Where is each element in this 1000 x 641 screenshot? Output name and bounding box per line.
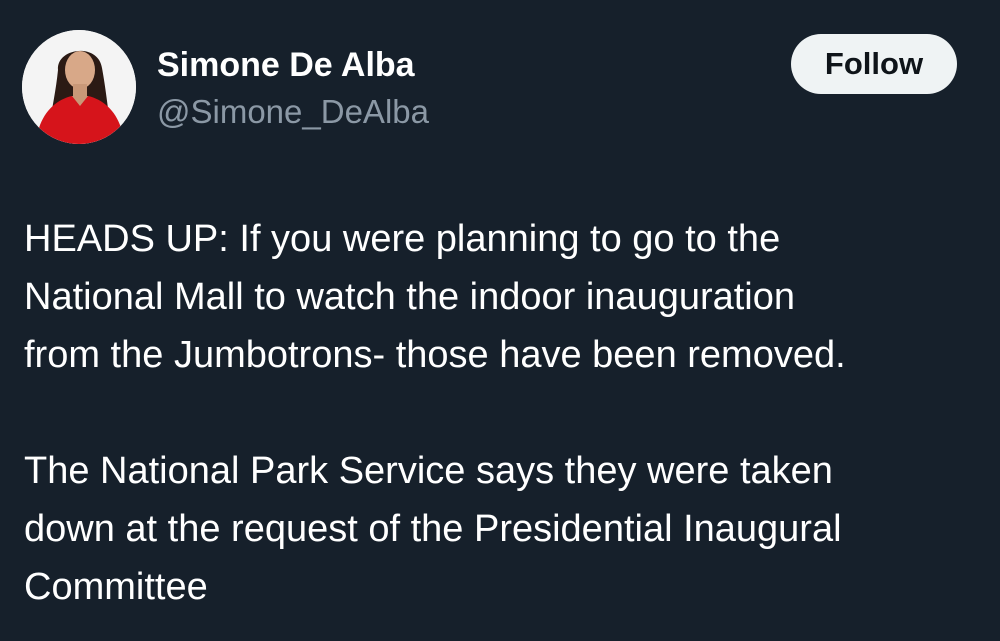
tweet-text-line: Committee [24,566,208,608]
author-avatar[interactable] [22,30,136,144]
tweet-text-line: National Mall to watch the indoor inaugu… [24,276,796,318]
tweet-text-line: down at the request of the Presidential … [24,508,842,550]
tweet-text-line: The National Park Service says they were… [24,450,833,492]
follow-button[interactable]: Follow [791,34,957,94]
author-handle[interactable]: @Simone_DeAlba [157,92,429,132]
tweet-paragraph: HEADS UP: If you were planning to go to … [24,210,984,384]
author-display-name[interactable]: Simone De Alba [157,44,415,86]
tweet-text-line: HEADS UP: If you were planning to go to … [24,218,781,260]
avatar-image [22,30,136,144]
tweet-paragraph: The National Park Service says they were… [24,442,984,616]
tweet-text: HEADS UP: If you were planning to go to … [24,210,984,616]
tweet-text-line: from the Jumbotrons- those have been rem… [24,334,846,376]
tweet-card: Simone De Alba @Simone_DeAlba Follow HEA… [0,0,1000,641]
